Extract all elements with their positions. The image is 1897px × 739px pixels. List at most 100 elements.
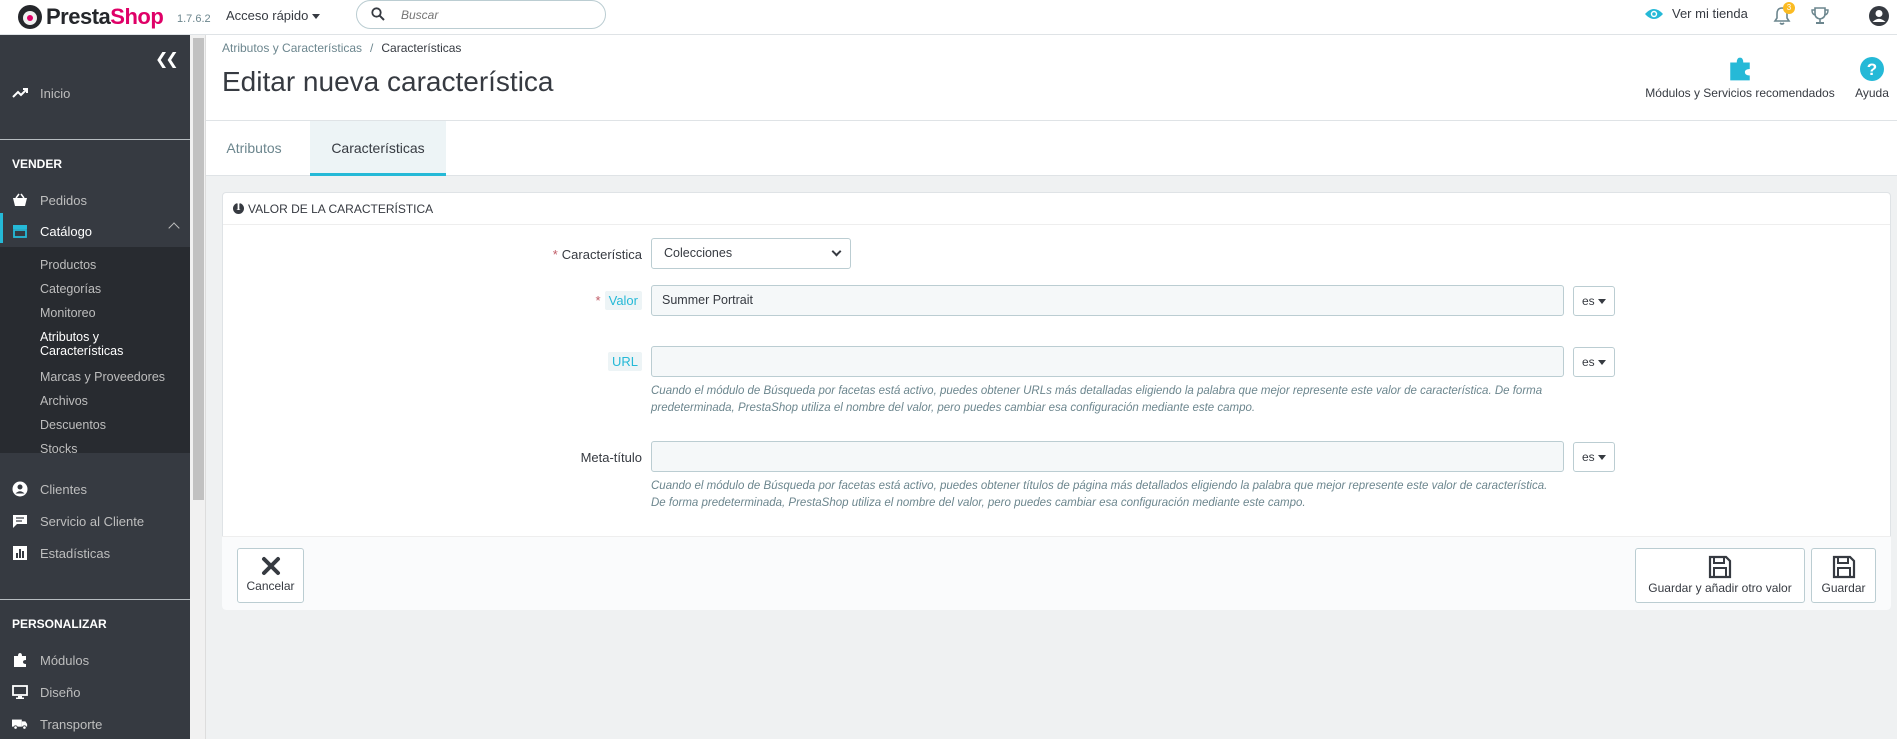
info-icon: i: [233, 203, 244, 214]
tab-attributes[interactable]: Atributos: [206, 121, 302, 176]
puzzle-icon: [1730, 57, 1750, 81]
monitor-icon: [12, 684, 28, 700]
caret-down-icon: [1598, 299, 1606, 304]
version-label: 1.7.6.2: [177, 13, 211, 25]
help-icon: ?: [1860, 57, 1884, 81]
top-header: PrestaShop 1.7.6.2 Acceso rápido Ver mi …: [0, 0, 1897, 35]
logo-text: PrestaShop: [46, 4, 164, 29]
truck-icon: [12, 716, 28, 732]
close-icon: [261, 557, 280, 575]
caret-down-icon: [312, 14, 321, 20]
divider: [0, 139, 190, 140]
sidebar-item-label: Estadísticas: [40, 545, 111, 561]
chat-icon: [12, 513, 28, 529]
feature-label: * Característica: [552, 247, 642, 262]
url-help-text: Cuando el módulo de Búsqueda por facetas…: [651, 385, 1543, 414]
view-store-link[interactable]: Ver mi tienda: [1644, 6, 1748, 21]
help-button[interactable]: ? Ayuda: [1852, 56, 1892, 100]
save-and-add-label: Guardar y añadir otro valor: [1648, 581, 1792, 595]
submenu-item[interactable]: Archivos: [40, 394, 88, 408]
language-dropdown[interactable]: es: [1573, 442, 1615, 472]
sidebar-item-design[interactable]: Diseño: [12, 684, 80, 700]
sidebar-item-label: Módulos: [40, 652, 90, 668]
save-label: Guardar: [1821, 581, 1866, 595]
sidebar-item-orders[interactable]: Pedidos: [12, 192, 87, 208]
submenu-item[interactable]: Monitoreo: [40, 306, 96, 320]
caret-down-icon: [1598, 360, 1606, 365]
meta-title-label: Meta-título: [580, 450, 642, 465]
url-input[interactable]: [651, 346, 1564, 377]
meta-title-input[interactable]: [651, 441, 1564, 472]
breadcrumb-parent[interactable]: Atributos y Características: [222, 41, 362, 55]
save-button[interactable]: Guardar: [1811, 548, 1876, 603]
submenu-item-active[interactable]: Atributos y Características: [40, 330, 150, 358]
sidebar: ❮❮ Inicio VENDER Pedidos Catálogo Produc…: [0, 35, 190, 739]
sidebar-item-label: Servicio al Cliente: [40, 513, 145, 529]
feature-select-value: Colecciones: [664, 246, 733, 260]
breadcrumb-separator: /: [370, 41, 374, 55]
search-icon: [371, 7, 385, 21]
eye-icon: [1645, 8, 1663, 19]
tab-features[interactable]: Características: [310, 121, 446, 176]
caret-down-icon: [1598, 455, 1606, 460]
meta-title-help-text: Cuando el módulo de Búsqueda por facetas…: [651, 480, 1548, 509]
prestashop-logo[interactable]: PrestaShop: [18, 4, 164, 30]
language-dropdown[interactable]: es: [1573, 286, 1615, 316]
save-icon: [1708, 555, 1732, 579]
sidebar-scrollbar-thumb[interactable]: [193, 38, 204, 500]
sidebar-item-home[interactable]: Inicio: [12, 85, 70, 101]
save-and-add-button[interactable]: Guardar y añadir otro valor: [1635, 548, 1805, 603]
bar-chart-icon: [12, 545, 28, 561]
cancel-label: Cancelar: [246, 579, 295, 593]
user-icon: [12, 481, 28, 497]
tabs-bar: Atributos Características: [206, 120, 1897, 176]
value-input[interactable]: Summer Portrait: [651, 285, 1564, 316]
sidebar-item-customers[interactable]: Clientes: [12, 481, 87, 497]
store-icon: [12, 223, 28, 239]
modules-services-label: Módulos y Servicios recomendados: [1645, 86, 1835, 100]
catalog-submenu: Productos Categorías Monitoreo Atributos…: [0, 247, 190, 456]
quick-access-dropdown[interactable]: Acceso rápido: [226, 8, 321, 23]
cancel-button[interactable]: Cancelar: [237, 548, 304, 603]
modules-services-button[interactable]: Módulos y Servicios recomendados: [1640, 56, 1840, 100]
collapse-sidebar-icon[interactable]: ❮❮: [155, 49, 179, 69]
required-asterisk: *: [595, 293, 601, 308]
sidebar-item-label: Inicio: [40, 85, 71, 101]
submenu-item[interactable]: Descuentos: [40, 418, 106, 432]
submenu-item[interactable]: Categorías: [40, 282, 101, 296]
submenu-item[interactable]: Productos: [40, 258, 96, 272]
chevron-down-icon: [831, 246, 842, 257]
chevron-up-icon[interactable]: [168, 222, 180, 234]
puzzle-icon: [12, 652, 28, 668]
submenu-item[interactable]: Marcas y Proveedores: [40, 370, 165, 384]
trophy-icon[interactable]: [1810, 6, 1830, 26]
svg-text:?: ?: [1867, 60, 1877, 79]
help-label: Ayuda: [1855, 86, 1889, 100]
account-icon[interactable]: [1868, 5, 1890, 27]
save-icon: [1832, 555, 1855, 579]
feature-select[interactable]: Colecciones: [651, 238, 851, 269]
view-store-label: Ver mi tienda: [1672, 6, 1748, 21]
sidebar-item-label: Pedidos: [40, 192, 87, 208]
search-box[interactable]: [356, 0, 606, 29]
sidebar-item-stats[interactable]: Estadísticas: [12, 545, 110, 561]
shopping-basket-icon: [12, 192, 28, 208]
section-customize: PERSONALIZAR: [12, 617, 107, 631]
submenu-item[interactable]: Stocks: [40, 442, 78, 456]
search-input[interactable]: [401, 5, 591, 25]
divider: [0, 599, 190, 600]
breadcrumb-current: Características: [381, 41, 462, 55]
sidebar-item-label: Clientes: [40, 481, 87, 497]
sidebar-item-shipping[interactable]: Transporte: [12, 716, 102, 732]
sidebar-item-modules[interactable]: Módulos: [12, 652, 89, 668]
language-dropdown[interactable]: es: [1573, 347, 1615, 377]
panel-title: Valor de la característica: [248, 201, 434, 216]
notification-badge: 3: [1783, 2, 1795, 14]
active-indicator: [0, 213, 3, 243]
sidebar-item-label: Transporte: [40, 716, 103, 732]
sidebar-item-catalog[interactable]: Catálogo: [12, 223, 92, 239]
sidebar-item-customer-service[interactable]: Servicio al Cliente: [12, 513, 144, 529]
trending-icon: [12, 85, 28, 101]
section-sell: VENDER: [12, 157, 63, 171]
breadcrumb: Atributos y Características / Característi…: [222, 41, 461, 55]
